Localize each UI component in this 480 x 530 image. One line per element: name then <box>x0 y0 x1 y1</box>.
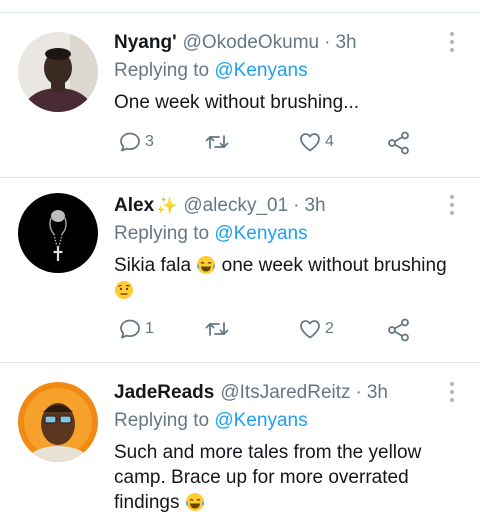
display-name[interactable]: Nyang' <box>114 32 177 54</box>
display-name[interactable]: JadeReads <box>114 382 214 404</box>
tweet-reply[interactable]: Nyang' @OkodeOkumu · 3h Replying to @Ken… <box>0 30 480 170</box>
display-name[interactable]: Alex <box>114 195 154 217</box>
tweet-text: Sikia fala one week without brushing <box>114 253 464 303</box>
speech-bubble-icon <box>120 319 140 339</box>
reply-button[interactable]: 3 <box>118 130 154 154</box>
mention-link[interactable]: @Kenyans <box>214 410 307 431</box>
vertical-dots-icon[interactable] <box>450 382 456 402</box>
separator-dot: · <box>293 195 300 216</box>
speech-bubble-icon <box>120 132 140 152</box>
replying-to-label: Replying to <box>114 410 215 431</box>
reply-count: 1 <box>145 320 154 337</box>
separator-dot: · <box>324 32 331 53</box>
heart-outline-icon <box>300 320 320 339</box>
tweet-reply[interactable]: JadeReads @ItsJaredReitz · 3h Replying t… <box>0 380 480 530</box>
divider-top <box>0 12 480 13</box>
mention-link[interactable]: @Kenyans <box>214 60 307 81</box>
like-count: 4 <box>325 133 334 150</box>
action-bar: 3 4 <box>112 130 432 158</box>
replying-to-label: Replying to <box>114 60 215 81</box>
share-button[interactable] <box>386 317 412 343</box>
tears-of-joy-emoji-icon <box>197 256 216 274</box>
retweet-button[interactable] <box>204 317 233 341</box>
vertical-dots-icon[interactable] <box>450 195 456 215</box>
tweet-header: Nyang' @OkodeOkumu · 3h <box>114 30 357 56</box>
retweet-button[interactable] <box>204 130 233 154</box>
vertical-dots-icon[interactable] <box>450 32 456 52</box>
tweet-header: Alex ✨ @alecky_01 · 3h <box>114 193 326 219</box>
like-count: 2 <box>325 320 334 337</box>
user-handle[interactable]: @OkodeOkumu <box>183 32 320 54</box>
heart-outline-icon <box>300 133 320 152</box>
timestamp[interactable]: 3h <box>304 195 325 217</box>
replying-to-line: Replying to @Kenyans <box>114 60 308 82</box>
avatar[interactable] <box>18 32 98 112</box>
sparkles-emoji: ✨ <box>156 196 178 215</box>
retweet-arrows-icon <box>205 135 229 149</box>
like-button[interactable]: 4 <box>298 130 334 154</box>
tweet-text: One week without brushing... <box>114 92 360 113</box>
reply-count: 3 <box>145 133 154 150</box>
timestamp[interactable]: 3h <box>367 382 388 404</box>
replying-to-label: Replying to <box>114 223 215 244</box>
raised-eyebrow-emoji-icon <box>115 281 133 299</box>
divider <box>0 177 480 178</box>
tweet-header: JadeReads @ItsJaredReitz · 3h <box>114 380 388 406</box>
reply-button[interactable]: 1 <box>118 317 154 341</box>
tweet-text-part: Sikia fala <box>114 255 192 276</box>
tweet-text-part: Such and more tales from the yellow camp… <box>114 442 422 513</box>
divider <box>0 362 480 363</box>
share-nodes-icon <box>388 318 409 342</box>
like-button[interactable]: 2 <box>298 317 334 341</box>
user-handle[interactable]: @ItsJaredReitz <box>220 382 350 404</box>
tweet-reply[interactable]: Alex ✨ @alecky_01 · 3h Replying to @Keny… <box>0 193 480 353</box>
replying-to-line: Replying to @Kenyans <box>114 223 308 245</box>
retweet-arrows-icon <box>205 322 229 336</box>
action-bar: 1 2 <box>112 317 432 345</box>
tweet-text: Such and more tales from the yellow camp… <box>114 440 464 515</box>
share-nodes-icon <box>388 131 409 155</box>
avatar[interactable] <box>18 382 98 462</box>
tears-of-joy-emoji-icon <box>185 493 204 511</box>
timestamp[interactable]: 3h <box>335 32 356 54</box>
separator-dot: · <box>355 382 362 403</box>
share-button[interactable] <box>386 130 412 156</box>
avatar[interactable] <box>18 193 98 273</box>
replying-to-line: Replying to @Kenyans <box>114 410 308 432</box>
tweet-text-part: one week without brushing <box>216 255 447 276</box>
mention-link[interactable]: @Kenyans <box>214 223 307 244</box>
user-handle[interactable]: @alecky_01 <box>183 195 288 217</box>
